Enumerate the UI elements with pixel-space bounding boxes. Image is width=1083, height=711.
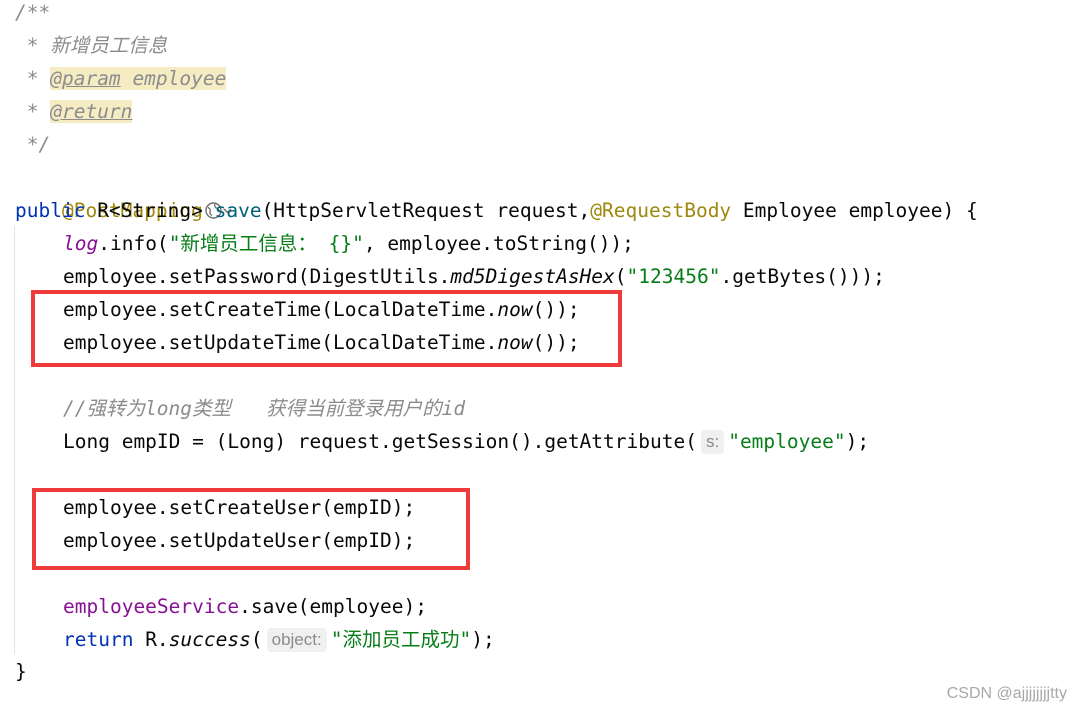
watermark: CSDN @ajjjjjjjjtty	[946, 685, 1067, 702]
code-line-comment: //强转为long类型 获得当前登录用户的id	[63, 397, 466, 420]
doc-comment-close: */	[15, 133, 51, 156]
return-tag[interactable]: @return	[50, 100, 133, 123]
code-line-emp-id: Long empID = (Long) request.getSession()…	[63, 430, 870, 454]
log-field[interactable]: log	[63, 232, 98, 255]
code-line-service-save: employeeService.save(employee);	[63, 595, 427, 618]
success-string: "添加员工成功"	[330, 628, 472, 651]
method-name-save[interactable]: save	[215, 199, 262, 222]
employee-service-field[interactable]: employeeService	[63, 595, 239, 618]
doc-comment-param: * @param employee	[15, 67, 227, 90]
doc-comment-open: /**	[15, 1, 51, 24]
doc-comment-description: * 新增员工信息	[15, 34, 168, 57]
employee-string: "employee"	[728, 430, 846, 453]
success-method[interactable]: success	[169, 628, 251, 651]
parameter-hint: s:	[700, 430, 725, 454]
method-signature: public R<String> save(HttpServletRequest…	[15, 199, 978, 222]
doc-comment-return: * @return	[15, 100, 133, 123]
closing-brace: }	[15, 660, 27, 683]
doc-comment-text: 新增员工信息	[50, 34, 168, 57]
password-string: "123456"	[626, 265, 721, 288]
md5-method[interactable]: md5DigestAsHex	[450, 265, 614, 288]
annotation-line: @PostMapping	[15, 161, 233, 222]
code-line-set-password: employee.setPassword(DigestUtils.md5Dige…	[63, 265, 885, 288]
public-keyword: public	[15, 199, 86, 222]
parameter-hint: object:	[266, 628, 327, 652]
log-string: "新增员工信息： {}"	[168, 232, 364, 255]
highlight-box-user	[32, 488, 470, 570]
code-line-log: log.info("新增员工信息： {}", employee.toString…	[63, 232, 634, 255]
param-name[interactable]: employee	[132, 67, 227, 90]
highlight-box-time	[31, 290, 622, 367]
request-body-annotation[interactable]: @RequestBody	[590, 199, 731, 222]
return-keyword: return	[63, 628, 134, 651]
code-editor[interactable]: /** * 新增员工信息 * @param employee * @return…	[0, 0, 1083, 711]
param-tag[interactable]: @param	[50, 67, 121, 90]
code-line-return: return R.success(object: "添加员工成功");	[63, 628, 495, 652]
